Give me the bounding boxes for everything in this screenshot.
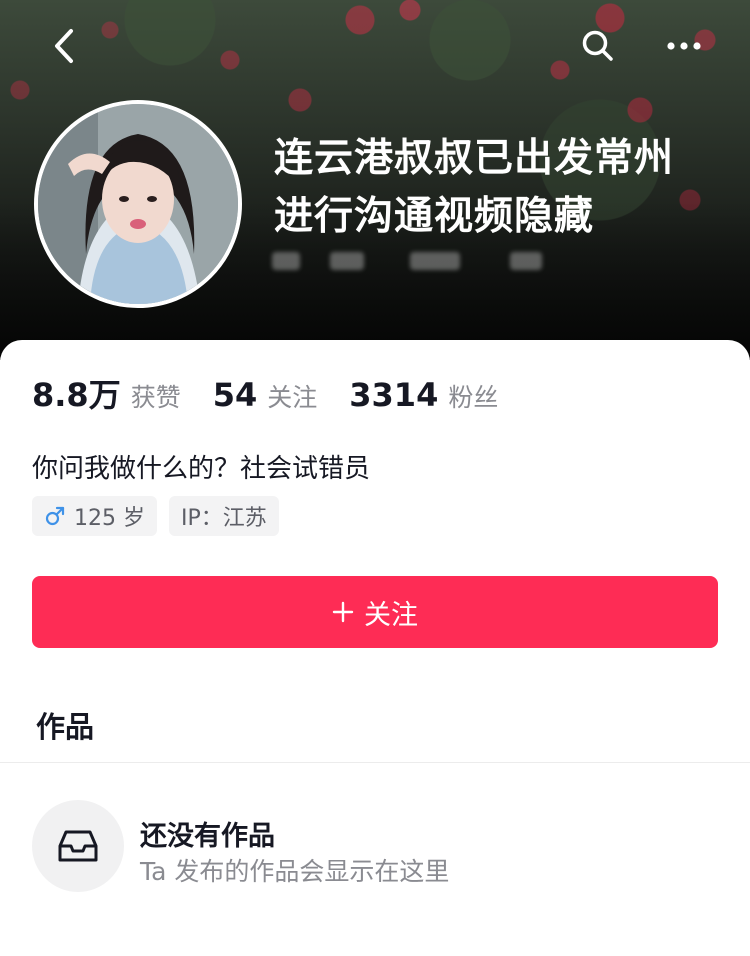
age-text: 125 岁	[74, 506, 145, 531]
male-icon	[44, 505, 66, 527]
stat-likes[interactable]: 8.8万 获赞	[32, 370, 181, 416]
stat-followers[interactable]: 3314 粉丝	[349, 376, 498, 414]
avatar[interactable]	[34, 100, 242, 308]
blurred-id-segment	[272, 252, 300, 270]
empty-state-icon	[32, 800, 124, 892]
likes-count: 8.8万	[32, 376, 121, 414]
followers-label: 粉丝	[448, 383, 499, 412]
tab-works[interactable]: 作品	[36, 704, 94, 746]
following-label: 关注	[267, 383, 318, 412]
stats-row: 8.8万 获赞 54 关注 3314 粉丝	[32, 370, 530, 416]
back-button[interactable]	[44, 26, 84, 66]
followers-count: 3314	[349, 376, 439, 414]
bio-text: 你问我做什么的？社会试错员	[32, 454, 371, 484]
plus-icon	[332, 601, 354, 623]
more-button[interactable]	[662, 24, 706, 68]
profile-title: 连云港叔叔已出发常州 进行沟通视频隐藏	[274, 136, 675, 239]
divider	[0, 762, 750, 763]
blurred-id-segment	[410, 252, 460, 270]
likes-label: 获赞	[130, 383, 181, 412]
blurred-id-segment	[510, 252, 542, 270]
profile-tags: 125 岁 IP：江苏	[32, 496, 291, 536]
age-tag: 125 岁	[32, 496, 157, 536]
more-icon	[667, 42, 701, 50]
search-button[interactable]	[576, 24, 620, 68]
follow-button-label: 关注	[364, 599, 418, 630]
blurred-id-segment	[330, 252, 364, 270]
back-icon	[55, 29, 73, 63]
empty-state-title: 还没有作品	[140, 821, 275, 852]
ip-tag: IP：江苏	[169, 496, 279, 536]
stat-following[interactable]: 54 关注	[213, 376, 318, 414]
empty-state-subtitle: Ta 发布的作品会显示在这里	[140, 857, 450, 886]
follow-button[interactable]: 关注	[32, 576, 718, 648]
ip-text: IP：江苏	[181, 506, 267, 531]
following-count: 54	[212, 376, 258, 414]
inbox-icon	[58, 830, 98, 862]
search-icon	[582, 30, 613, 61]
profile-card: 8.8万 获赞 54 关注 3314 粉丝 你问我做什么的？社会试错员 125 …	[0, 340, 750, 956]
avatar-image	[38, 104, 238, 304]
